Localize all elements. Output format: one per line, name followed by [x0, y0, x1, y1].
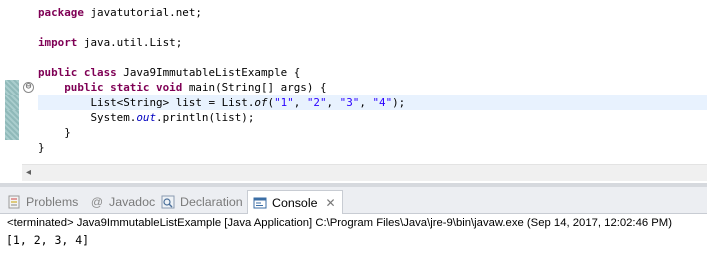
panel-tab-bar: Problems @ Javadoc Declaration Console ✕ [0, 187, 707, 214]
code-token: System. [38, 111, 137, 124]
code-line[interactable]: List<String> list = List.of("1", "2", "3… [38, 95, 405, 110]
code-line[interactable] [38, 50, 405, 65]
tab-problems-label: Problems [26, 195, 79, 209]
code-token: } [38, 141, 45, 154]
code-token: , [293, 96, 307, 109]
console-status-line: <terminated> Java9ImmutableListExample [… [7, 217, 672, 229]
declaration-icon [160, 194, 176, 210]
tab-javadoc[interactable]: @ Javadoc [89, 191, 155, 213]
code-token: "1" [274, 96, 294, 109]
tab-console[interactable]: Console ✕ [247, 190, 343, 214]
code-token: "3" [339, 96, 360, 109]
code-line[interactable]: System.out.println(list); [38, 110, 405, 125]
at-sign-icon: @ [90, 195, 104, 209]
code-token: "4" [372, 96, 393, 109]
code-line[interactable]: public class Java9ImmutableListExample { [38, 65, 405, 80]
change-marker [5, 80, 19, 95]
code-token: List<String> list = List. [38, 96, 255, 109]
tab-declaration[interactable]: Declaration [160, 191, 243, 213]
code-editor[interactable]: ⊖ package javatutorial.net; import java.… [0, 0, 707, 183]
fold-collapse-icon[interactable]: ⊖ [23, 82, 34, 93]
tab-declaration-label: Declaration [180, 195, 243, 209]
code-token: .println(list); [156, 111, 255, 124]
code-token: public [64, 81, 104, 94]
code-token: out [136, 111, 157, 124]
code-line[interactable]: } [38, 125, 405, 140]
horizontal-scrollbar[interactable]: ◂ [22, 164, 707, 181]
code-token: ); [392, 96, 406, 109]
console-icon [252, 195, 268, 211]
code-token: import [38, 36, 78, 49]
tab-javadoc-label: Javadoc [109, 195, 156, 209]
code-token: java.util.List; [77, 36, 183, 49]
code-token: of [254, 96, 268, 109]
code-line[interactable]: import java.util.List; [38, 35, 405, 50]
change-ruler [0, 0, 22, 164]
code-line[interactable]: package javatutorial.net; [38, 5, 405, 20]
code-token: package [38, 6, 84, 19]
problems-icon [6, 194, 22, 210]
code-line[interactable]: public static void main(String[] args) { [38, 80, 405, 95]
scroll-left-icon[interactable]: ◂ [26, 167, 31, 178]
code-token: javatutorial.net; [83, 6, 202, 19]
code-token: , [359, 96, 373, 109]
tab-console-label: Console [272, 195, 318, 210]
code-token: static [110, 81, 150, 94]
code-token: void [156, 81, 183, 94]
change-marker [5, 110, 19, 140]
tab-problems[interactable]: Problems [6, 191, 78, 213]
code-line[interactable] [38, 20, 405, 35]
code-token: Java9ImmutableListExample { [116, 66, 301, 79]
code-token: main(String[] args) { [182, 81, 327, 94]
code-token: "2" [306, 96, 327, 109]
code-line[interactable]: } [38, 140, 405, 155]
close-icon[interactable]: ✕ [325, 196, 335, 210]
change-marker [5, 95, 19, 110]
code-text[interactable]: package javatutorial.net; import java.ut… [38, 5, 405, 155]
code-token: } [38, 126, 71, 139]
code-token: , [326, 96, 340, 109]
code-token: public [38, 66, 78, 79]
console-view[interactable]: <terminated> Java9ImmutableListExample [… [0, 214, 707, 262]
code-token: class [83, 66, 117, 79]
console-output[interactable]: [1, 2, 3, 4] [6, 233, 89, 247]
